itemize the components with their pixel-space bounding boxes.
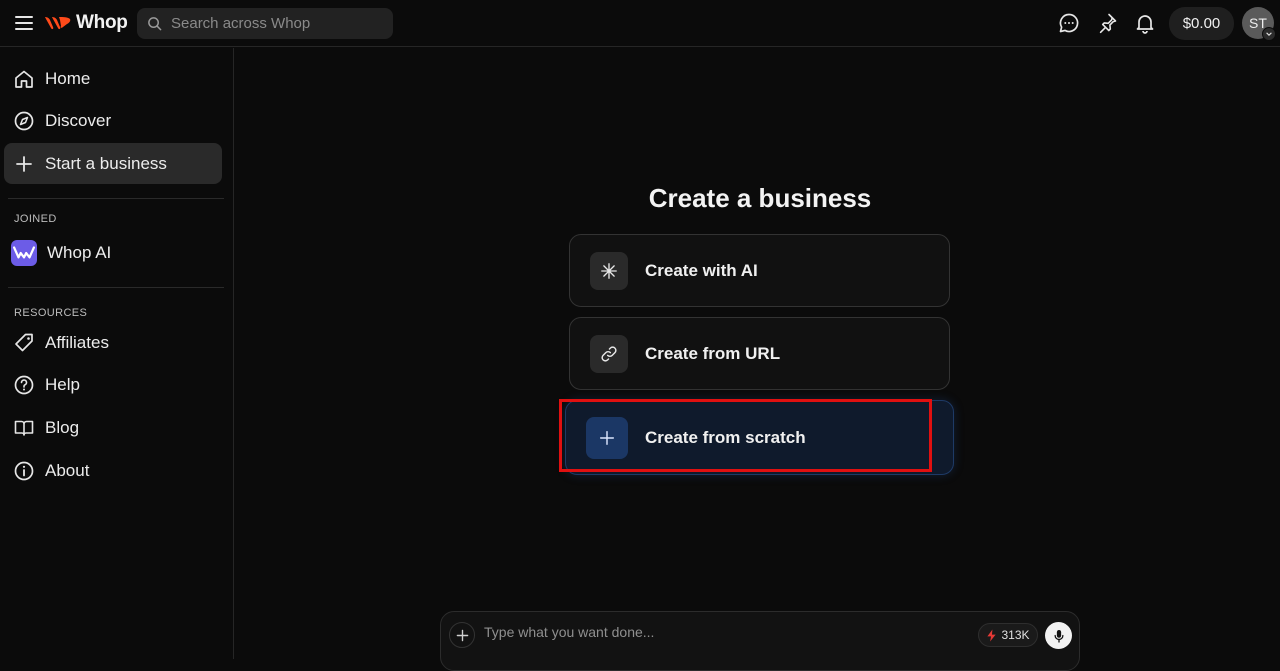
link-icon: [590, 334, 628, 373]
microphone-icon: [1054, 629, 1063, 643]
compass-icon: [14, 111, 34, 130]
home-icon: [15, 70, 33, 88]
sidebar-item-label: Home: [45, 68, 91, 88]
whop-logo[interactable]: Whop: [44, 10, 128, 36]
wallet-balance-button[interactable]: $0.00: [1169, 7, 1234, 40]
microphone-button[interactable]: [1045, 622, 1072, 649]
search-icon: [148, 17, 162, 31]
sidebar-item-label: Help: [45, 374, 80, 394]
plus-icon: [586, 416, 628, 459]
sidebar-item-home[interactable]: Home: [4, 58, 222, 99]
sidebar-item-label: Affiliates: [45, 332, 109, 352]
section-label-resources: RESOURCES: [14, 307, 88, 319]
top-bar: Whop $0.00 ST: [0, 0, 1280, 47]
option-label: Create from scratch: [645, 427, 806, 447]
sparkle-icon: [590, 251, 628, 290]
sidebar-divider: [8, 287, 224, 288]
sidebar-divider: [8, 198, 224, 199]
plus-icon: [16, 155, 32, 172]
sidebar-item-label: Whop AI: [47, 242, 112, 262]
credits-count: 313K: [1001, 628, 1030, 642]
tag-icon: [15, 333, 33, 351]
info-icon: [14, 461, 34, 480]
sidebar-item-blog[interactable]: Blog: [4, 407, 222, 448]
section-label-joined: JOINED: [14, 213, 57, 225]
search-input[interactable]: [171, 15, 381, 32]
sidebar-item-affiliates[interactable]: Affiliates: [4, 322, 222, 363]
hamburger-menu-icon[interactable]: [13, 12, 35, 34]
credits-badge[interactable]: 313K: [978, 623, 1038, 647]
whop-ai-icon: [11, 239, 37, 266]
attach-plus-button[interactable]: [449, 622, 475, 648]
chevron-down-icon[interactable]: [1262, 27, 1276, 41]
sidebar-item-label: Blog: [45, 417, 80, 437]
sidebar: Home Discover Start a business JOINED Wh…: [0, 48, 234, 659]
option-label: Create with AI: [645, 260, 758, 280]
chat-icon[interactable]: [1058, 12, 1080, 34]
search-bar[interactable]: [137, 8, 393, 39]
sidebar-item-about[interactable]: About: [4, 450, 222, 491]
book-icon: [14, 420, 34, 436]
sidebar-item-whop-ai[interactable]: Whop AI: [4, 232, 222, 273]
main-content: Create a business Create with AI Create …: [235, 48, 1280, 671]
sidebar-item-label: Discover: [45, 110, 112, 130]
sidebar-item-label: About: [45, 460, 90, 480]
whop-logo-icon: [45, 17, 71, 30]
prompt-composer: 313K: [440, 611, 1080, 671]
create-with-ai-option[interactable]: Create with AI: [569, 234, 950, 307]
create-from-scratch-option[interactable]: Create from scratch: [565, 400, 954, 475]
option-label: Create from URL: [645, 343, 781, 363]
pin-icon[interactable]: [1096, 12, 1118, 34]
sidebar-item-start-a-business[interactable]: Start a business: [4, 143, 222, 184]
sidebar-item-help[interactable]: Help: [4, 364, 222, 405]
prompt-input[interactable]: [484, 624, 964, 640]
page-title: Create a business: [648, 183, 872, 213]
sidebar-item-discover[interactable]: Discover: [4, 100, 222, 141]
logo-text: Whop: [76, 12, 128, 33]
create-from-url-option[interactable]: Create from URL: [569, 317, 950, 390]
sidebar-item-label: Start a business: [45, 153, 167, 173]
help-circle-icon: [14, 375, 34, 394]
bell-icon[interactable]: [1134, 12, 1156, 34]
lightning-icon: [987, 629, 997, 641]
